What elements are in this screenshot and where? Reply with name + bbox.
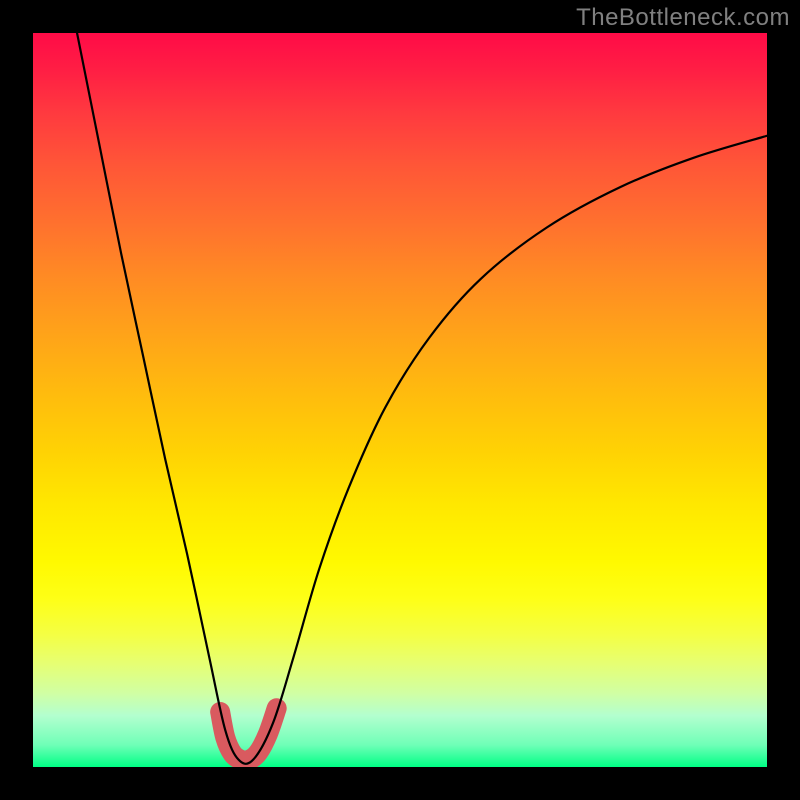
- plot-area: [33, 33, 767, 767]
- chart-frame: TheBottleneck.com: [0, 0, 800, 800]
- bottleneck-curve-path: [77, 33, 767, 764]
- curve-svg: [33, 33, 767, 767]
- watermark-text: TheBottleneck.com: [576, 4, 790, 32]
